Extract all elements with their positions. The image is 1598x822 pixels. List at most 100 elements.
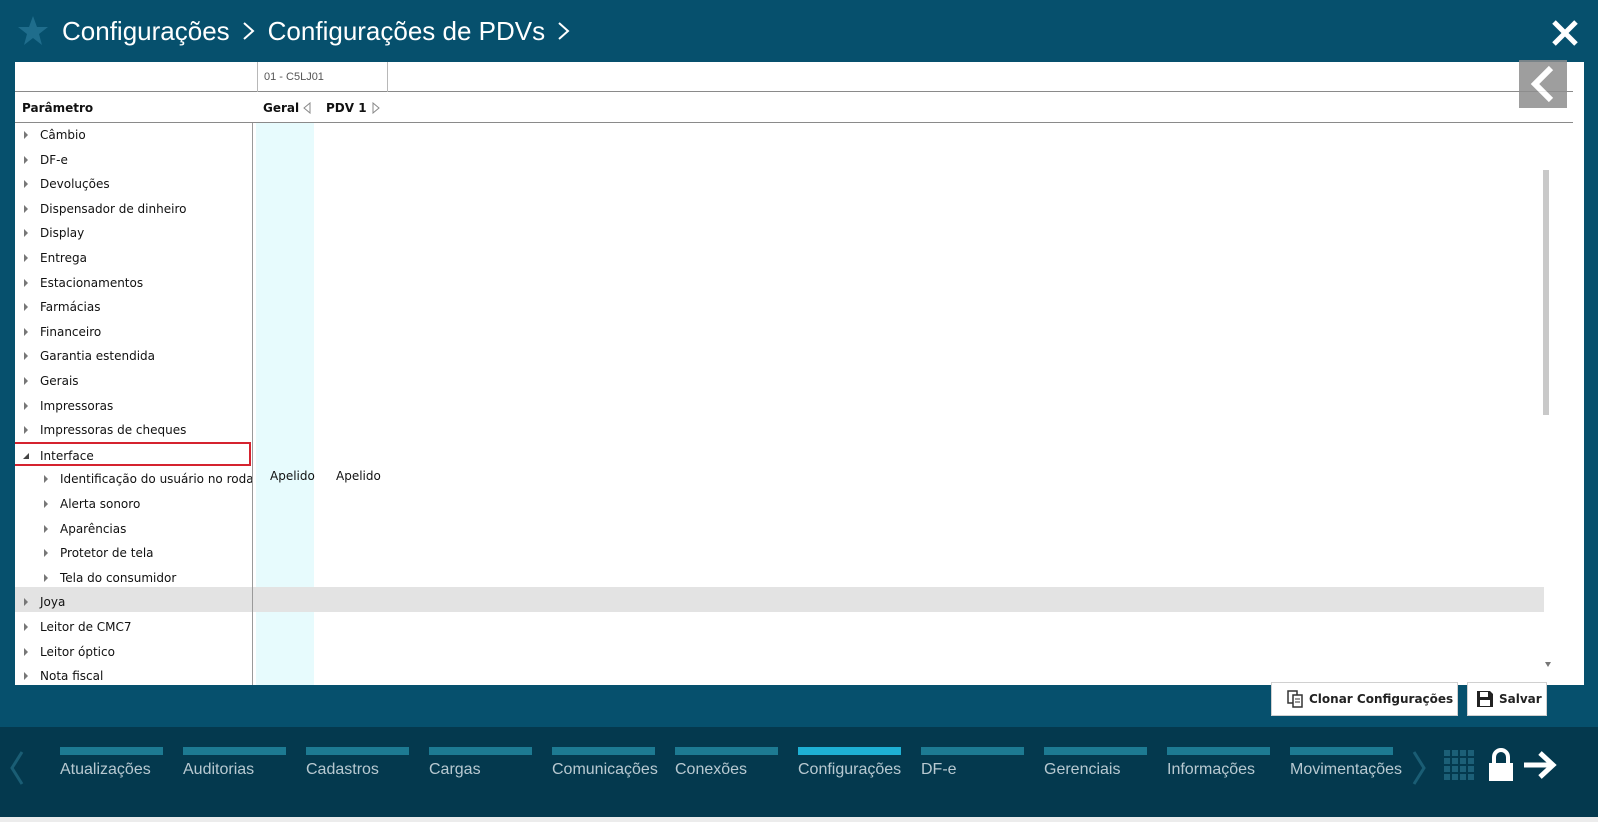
tree-item[interactable]: Devoluções <box>15 172 252 196</box>
bottom-nav-tab[interactable]: DF-e <box>921 747 1024 797</box>
title-bar: Configurações Configurações de PDVs <box>0 0 1598 62</box>
tree-item[interactable]: DF-e <box>15 148 252 172</box>
lock-icon[interactable] <box>1487 747 1515 783</box>
bottom-nav-tab[interactable]: Cargas <box>429 747 532 797</box>
tree-item[interactable]: Câmbio <box>15 123 252 147</box>
column-header-geral: Geral <box>263 101 300 115</box>
save-label: Salvar <box>1499 692 1542 706</box>
triangle-right-icon[interactable] <box>372 102 380 114</box>
bottom-nav-tab[interactable]: Conexões <box>675 747 778 797</box>
collapsed-triangle-icon[interactable] <box>23 254 29 262</box>
collapsed-triangle-icon[interactable] <box>23 426 29 435</box>
tree-item[interactable]: Financeiro <box>15 320 252 344</box>
collapsed-triangle-icon[interactable] <box>23 204 29 213</box>
tree-item[interactable]: Alerta sonoro <box>15 492 252 516</box>
tree-item[interactable]: Leitor de CMC7 <box>15 615 252 639</box>
collapse-panel-button[interactable] <box>1519 60 1567 108</box>
tree-item-label: Estacionamentos <box>40 275 144 290</box>
apps-grid-icon[interactable] <box>1443 749 1477 783</box>
chevron-left-icon[interactable] <box>8 749 26 787</box>
logout-arrow-icon[interactable] <box>1522 749 1558 781</box>
collapsed-triangle-icon[interactable] <box>23 278 29 287</box>
tab-indicator <box>921 747 1024 755</box>
tree-item-label: Financeiro <box>40 324 102 339</box>
tab-indicator <box>675 747 778 755</box>
bottom-nav-tab[interactable]: Auditorias <box>183 747 286 797</box>
bottom-nav-tab[interactable]: Configurações <box>798 747 901 797</box>
expanded-triangle-icon[interactable] <box>23 452 29 460</box>
tree-item[interactable]: Leitor óptico <box>15 640 252 664</box>
collapsed-triangle-icon[interactable] <box>23 303 29 312</box>
clone-settings-button[interactable]: Clonar Configurações <box>1271 682 1458 716</box>
star-icon[interactable] <box>17 15 49 47</box>
collapsed-triangle-icon[interactable] <box>43 524 49 533</box>
tree-item[interactable]: Impressoras <box>15 394 252 418</box>
collapsed-triangle-icon[interactable] <box>23 623 29 631</box>
breadcrumb-item-configuracoes[interactable]: Configurações <box>62 16 230 47</box>
tab-label: Movimentações <box>1290 761 1403 778</box>
collapsed-triangle-icon[interactable] <box>23 131 29 139</box>
tree-item-label: Câmbio <box>40 128 86 142</box>
bottom-nav-tab[interactable]: Cadastros <box>306 747 409 797</box>
cell-pdv-apelido[interactable]: Apelido <box>336 469 381 483</box>
tree-item[interactable]: Nota fiscal <box>15 664 252 685</box>
collapsed-triangle-icon[interactable] <box>43 500 49 508</box>
tree-item[interactable]: Dispensador de dinheiro <box>15 197 252 221</box>
tree-item[interactable]: Garantia estendida <box>15 344 252 368</box>
bottom-nav-tab[interactable]: Comunicações <box>552 747 658 797</box>
collapsed-triangle-icon[interactable] <box>23 327 29 336</box>
tab-indicator <box>429 747 532 755</box>
chevron-right-icon[interactable] <box>1410 749 1428 787</box>
collapsed-triangle-icon[interactable] <box>23 647 29 656</box>
breadcrumb: Configurações Configurações de PDVs <box>62 14 577 48</box>
collapsed-triangle-icon[interactable] <box>23 180 29 189</box>
collapsed-triangle-icon[interactable] <box>23 155 29 164</box>
close-icon[interactable] <box>1550 18 1580 48</box>
tab-indicator <box>1167 747 1270 755</box>
collapsed-triangle-icon[interactable] <box>23 598 29 607</box>
collapsed-triangle-icon[interactable] <box>23 352 29 361</box>
column-header-parametro: Parâmetro <box>22 101 94 115</box>
collapsed-triangle-icon[interactable] <box>43 573 49 582</box>
collapsed-triangle-icon[interactable] <box>43 475 49 484</box>
tree-item[interactable]: Aparências <box>15 517 252 541</box>
tree-item[interactable]: Entrega <box>15 246 252 270</box>
tab-indicator <box>798 747 901 755</box>
tab-label: Gerenciais <box>1044 761 1121 778</box>
tree-item-label: Display <box>40 226 85 241</box>
collapsed-triangle-icon[interactable] <box>23 401 29 410</box>
tree-item-label: Entrega <box>40 251 87 265</box>
chevron-left-icon <box>1530 65 1554 103</box>
tab-label: Configurações <box>798 761 902 778</box>
tree-item[interactable]: Interface <box>15 441 251 466</box>
bottom-nav-tab[interactable]: Atualizações <box>60 747 163 797</box>
column-header-row: Parâmetro Geral PDV 1 <box>15 93 1573 123</box>
bottom-nav-tab[interactable]: Gerenciais <box>1044 747 1147 797</box>
scroll-down-icon[interactable] <box>1545 662 1551 667</box>
bottom-nav-tab[interactable]: Informações <box>1167 747 1270 797</box>
collapsed-triangle-icon[interactable] <box>23 377 29 385</box>
collapsed-triangle-icon[interactable] <box>23 672 29 681</box>
tree-item-label: Impressoras <box>40 398 114 413</box>
tree-item[interactable]: Farmácias <box>15 295 252 319</box>
tab-indicator <box>60 747 163 755</box>
tree-item[interactable]: Display <box>15 221 252 245</box>
tree-item[interactable]: Gerais <box>15 369 252 393</box>
collapsed-triangle-icon[interactable] <box>23 229 29 238</box>
save-button[interactable]: Salvar <box>1467 682 1547 716</box>
store-cell[interactable]: 01 - C5LJ01 <box>257 62 388 92</box>
triangle-left-icon[interactable] <box>303 102 311 114</box>
tree-item[interactable]: Protetor de tela <box>15 541 252 565</box>
tree-item[interactable]: Tela do consumidor <box>15 566 252 590</box>
tab-label: DF-e <box>921 761 957 778</box>
tree-item[interactable]: Identificação do usuário no rodapé <box>15 467 252 491</box>
tree-item[interactable]: Joya <box>15 590 252 614</box>
collapsed-triangle-icon[interactable] <box>43 549 49 558</box>
tab-label: Conexões <box>675 761 748 778</box>
cell-geral-apelido[interactable]: Apelido <box>270 469 315 483</box>
vertical-scrollbar[interactable] <box>1543 170 1549 415</box>
tree-item[interactable]: Estacionamentos <box>15 271 252 295</box>
chevron-right-icon[interactable] <box>555 19 573 43</box>
tree-item[interactable]: Impressoras de cheques <box>15 418 252 442</box>
bottom-nav-tab[interactable]: Movimentações <box>1290 747 1402 797</box>
